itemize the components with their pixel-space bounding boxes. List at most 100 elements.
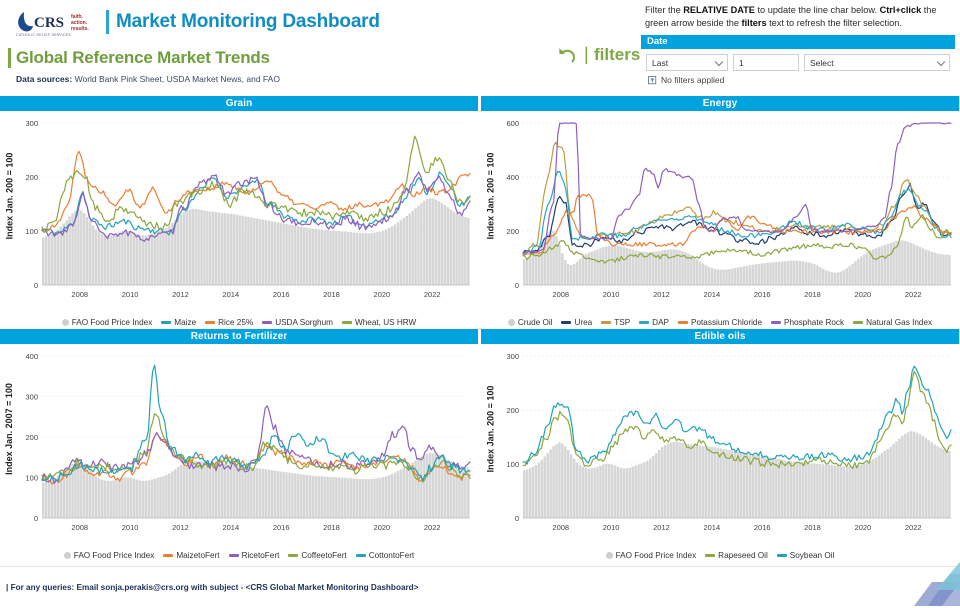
svg-text:2022: 2022 — [424, 290, 441, 299]
filters-label[interactable]: filters — [594, 45, 640, 65]
refresh-arrow-icon[interactable] — [556, 46, 578, 73]
legend-item-label: FAO Food Price Index — [71, 318, 153, 327]
data-sources: Data sources: World Bank Pink Sheet, USD… — [16, 74, 280, 84]
y-axis-label-returns-to-fertilizer: Index Jan. 2007 = 100 — [4, 383, 14, 475]
legend-item[interactable]: Maize — [161, 318, 196, 327]
svg-text:200: 200 — [25, 433, 38, 442]
svg-text:2022: 2022 — [905, 523, 922, 532]
legend-item[interactable]: DAP — [639, 318, 669, 327]
y-axis-label-edible-oils: Index Jan. 200 = 100 — [485, 385, 495, 473]
instructions-text: Filter the RELATIVE DATE to update the l… — [645, 5, 937, 29]
legend-marker-line — [205, 321, 216, 324]
svg-text:2018: 2018 — [323, 290, 340, 299]
legend-item[interactable]: TSP — [601, 318, 630, 327]
legend-item[interactable]: RicetoFert — [228, 551, 280, 560]
svg-text:200: 200 — [506, 227, 519, 236]
date-filter-row: Last 1 Select — [641, 49, 955, 71]
filter-status-text: No filters applied — [661, 75, 725, 85]
chart-legend-grain: FAO Food Price Index Maize Rice 25% USDA So… — [0, 318, 478, 327]
legend-item[interactable]: Potassium Chloride — [678, 318, 762, 327]
svg-text:2014: 2014 — [222, 523, 239, 532]
dashboard-header: CRS faith. action. results. CATHOLIC REL… — [0, 0, 960, 96]
legend-item[interactable]: FAO Food Price Index — [605, 551, 697, 560]
subtitle-accent-bar — [8, 48, 11, 68]
legend-marker-dot — [507, 319, 515, 326]
legend-marker-line — [161, 321, 172, 324]
filters-divider: | — [584, 44, 589, 64]
legend-marker-line — [228, 554, 239, 557]
chart-svg-energy: 0 200 400 600 2008 2010 2012 2014 2016 2018 2020 20… — [506, 119, 952, 299]
legend-item-label: FAO Food Price Index — [615, 551, 697, 560]
data-sources-label: Data sources: — [16, 74, 73, 84]
legend-item-label: Wheat, US HRW — [354, 318, 417, 327]
legend-marker-line — [639, 321, 650, 324]
chart-svg-edible-oils: 0 100 200 300 2008 2010 2012 2014 2016 2018 2020 20… — [506, 352, 952, 532]
legend-item[interactable]: FAO Food Price Index — [63, 551, 154, 560]
legend-item[interactable]: Crude Oil — [507, 318, 552, 327]
y-axis-label-energy: Index Jan. 200 = 100 — [485, 152, 495, 240]
svg-text:2010: 2010 — [603, 523, 620, 532]
plot-area-energy: Index Jan. 200 = 100 0 200 400 600 2008 2010 2… — [481, 111, 959, 329]
date-unit-select[interactable]: Select — [804, 54, 950, 71]
legend-marker-line — [561, 321, 572, 324]
legend-item[interactable]: USDA Sorghum — [262, 318, 333, 327]
chart-title-grain: Grain — [0, 96, 478, 111]
legend-item-label: DAP — [652, 318, 670, 327]
legend-item[interactable]: Wheat, US HRW — [341, 318, 417, 327]
legend-marker-line — [262, 321, 273, 324]
data-sources-value: World Bank Pink Sheet, USDA Market News,… — [74, 74, 280, 84]
legend-marker-line — [288, 554, 299, 557]
chart-svg-grain: 0 100 200 300 2008 2010 2012 2014 2016 2018 2020 20… — [25, 119, 471, 299]
svg-text:100: 100 — [25, 474, 38, 483]
plot-area-edible-oils: Index Jan. 200 = 100 0 100 200 300 2008 2010 2… — [481, 344, 959, 562]
legend-item[interactable]: Phosphate Rock — [771, 318, 844, 327]
legend-item-label: MaizetoFert — [176, 551, 220, 560]
legend-marker-line — [678, 321, 689, 324]
legend-marker-dot — [61, 319, 69, 326]
legend-item[interactable]: CottontoFert — [355, 551, 414, 560]
legend-item-label: RicetoFert — [241, 551, 280, 560]
filter-status-icon — [648, 75, 657, 84]
svg-text:2016: 2016 — [754, 523, 771, 532]
svg-text:600: 600 — [506, 119, 519, 128]
legend-item[interactable]: Rapeseed Oil — [705, 551, 768, 560]
date-count-input[interactable]: 1 — [733, 54, 799, 71]
legend-item[interactable]: MaizetoFert — [163, 551, 220, 560]
svg-text:2014: 2014 — [703, 290, 720, 299]
legend-item[interactable]: Rice 25% — [205, 318, 253, 327]
legend-marker-line — [771, 321, 782, 324]
legend-item[interactable]: FAO Food Price Index — [61, 318, 153, 327]
page-subtitle: Global Reference Market Trends — [16, 48, 270, 67]
corner-decoration — [914, 562, 960, 606]
legend-item-label: Potassium Chloride — [691, 318, 763, 327]
legend-item[interactable]: CoffeetoFert — [288, 551, 347, 560]
svg-text:2016: 2016 — [754, 290, 771, 299]
legend-item[interactable]: Natural Gas Index — [853, 318, 932, 327]
svg-text:2012: 2012 — [172, 290, 189, 299]
svg-text:100: 100 — [25, 227, 38, 236]
svg-text:2018: 2018 — [323, 523, 340, 532]
chart-legend-edible-oils: FAO Food Price Index Rapeseed Oil Soybean … — [481, 551, 959, 560]
date-count-value: 1 — [739, 57, 744, 68]
chart-panel-edible-oils: Edible oils Index Jan. 200 = 100 0 100 200… — [481, 329, 959, 562]
date-operator-select[interactable]: Last — [646, 54, 728, 71]
legend-item[interactable]: Urea — [561, 318, 592, 327]
filter-status: No filters applied — [641, 71, 955, 85]
svg-text:2018: 2018 — [804, 523, 821, 532]
crs-logo: CRS faith. action. results. CATHOLIC REL… — [14, 8, 102, 40]
svg-text:0: 0 — [515, 514, 519, 523]
svg-text:2020: 2020 — [855, 290, 872, 299]
svg-text:CATHOLIC RELIEF SERVICES: CATHOLIC RELIEF SERVICES — [16, 33, 71, 37]
charts-grid: Grain Index Jan. 200 = 100 0 100 200 300 200… — [0, 96, 960, 562]
svg-text:100: 100 — [506, 460, 519, 469]
legend-marker-dot — [605, 552, 613, 559]
svg-text:2010: 2010 — [122, 290, 139, 299]
chart-legend-energy: Crude Oil Urea TSP DAP Potassium Chloride Pho… — [481, 318, 959, 327]
svg-text:2020: 2020 — [374, 523, 391, 532]
svg-text:0: 0 — [34, 281, 38, 290]
chart-svg-returns-to-fertilizer: 0 100 200 300 400 2008 2010 2012 2014 2016 2018 202… — [25, 352, 471, 532]
legend-item-label: Natural Gas Index — [866, 318, 933, 327]
svg-text:CRS: CRS — [34, 15, 64, 31]
chevron-down-icon — [714, 57, 724, 67]
legend-item[interactable]: Soybean Oil — [776, 551, 834, 560]
